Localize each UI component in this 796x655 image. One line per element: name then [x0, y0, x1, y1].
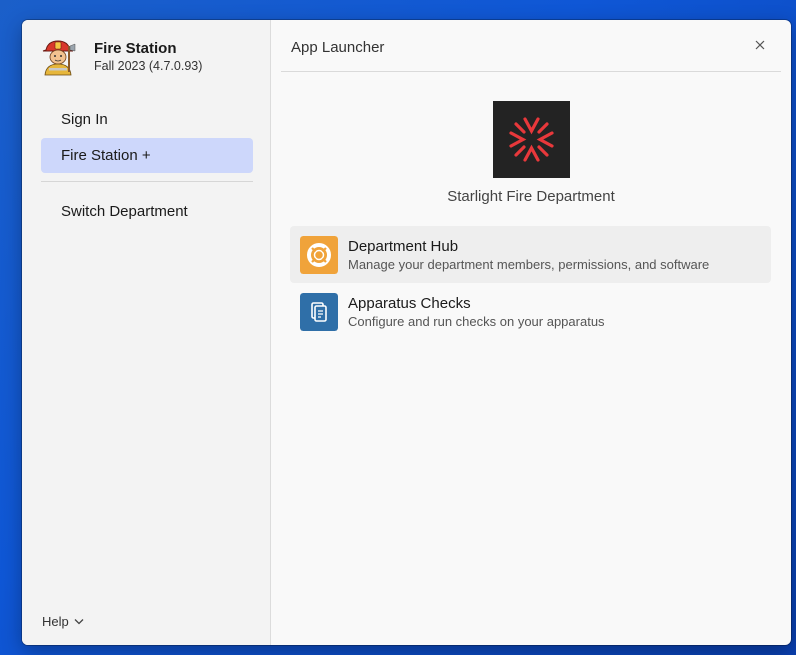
- help-menu-button[interactable]: Help: [42, 614, 84, 629]
- sidebar-item-sign-in[interactable]: Sign In: [41, 102, 253, 137]
- page-title: App Launcher: [291, 39, 385, 56]
- sidebar: Fire Station Fall 2023 (4.7.0.93) Sign I…: [22, 20, 271, 645]
- app-window: Fire Station Fall 2023 (4.7.0.93) Sign I…: [22, 20, 791, 645]
- sidebar-item-switch-department[interactable]: Switch Department: [41, 194, 253, 229]
- firefighter-avatar-icon: [42, 40, 76, 76]
- close-icon: [755, 40, 765, 50]
- sidebar-item-label: Switch Department: [61, 203, 188, 220]
- app-title: Department Hub: [348, 237, 459, 255]
- department-name: Starlight Fire Department: [447, 188, 615, 205]
- app-list: Department Hub Manage your department me…: [290, 226, 771, 340]
- sidebar-item-fire-station[interactable]: Fire Station +: [41, 138, 253, 173]
- app-apparatus-checks[interactable]: Apparatus Checks Configure and run check…: [290, 283, 771, 340]
- documents-icon: [300, 292, 338, 331]
- close-button[interactable]: [751, 36, 769, 54]
- app-department-hub[interactable]: Department Hub Manage your department me…: [290, 226, 771, 283]
- app-version: Fall 2023 (4.7.0.93): [94, 59, 203, 73]
- sidebar-item-label: Fire Station +: [61, 147, 151, 164]
- app-launcher-panel: App Launcher Starlight Fire Department D…: [271, 20, 791, 645]
- sidebar-nav: Sign In Fire Station + Switch Department: [41, 102, 253, 229]
- lifebuoy-icon: [300, 235, 338, 274]
- brand: Fire Station Fall 2023 (4.7.0.93): [40, 38, 202, 76]
- app-description: Configure and run checks on your apparat…: [348, 313, 605, 329]
- launcher-header: App Launcher: [281, 20, 781, 72]
- department-logo: [493, 101, 570, 178]
- chevron-down-icon: [74, 619, 84, 625]
- starburst-logo-icon: [509, 117, 554, 162]
- app-description: Manage your department members, permissi…: [348, 256, 710, 272]
- app-title: Fire Station: [94, 40, 177, 57]
- app-title: Apparatus Checks: [348, 294, 471, 312]
- sidebar-divider: [41, 181, 253, 182]
- sidebar-item-label: Sign In: [61, 111, 108, 128]
- help-label: Help: [42, 614, 69, 629]
